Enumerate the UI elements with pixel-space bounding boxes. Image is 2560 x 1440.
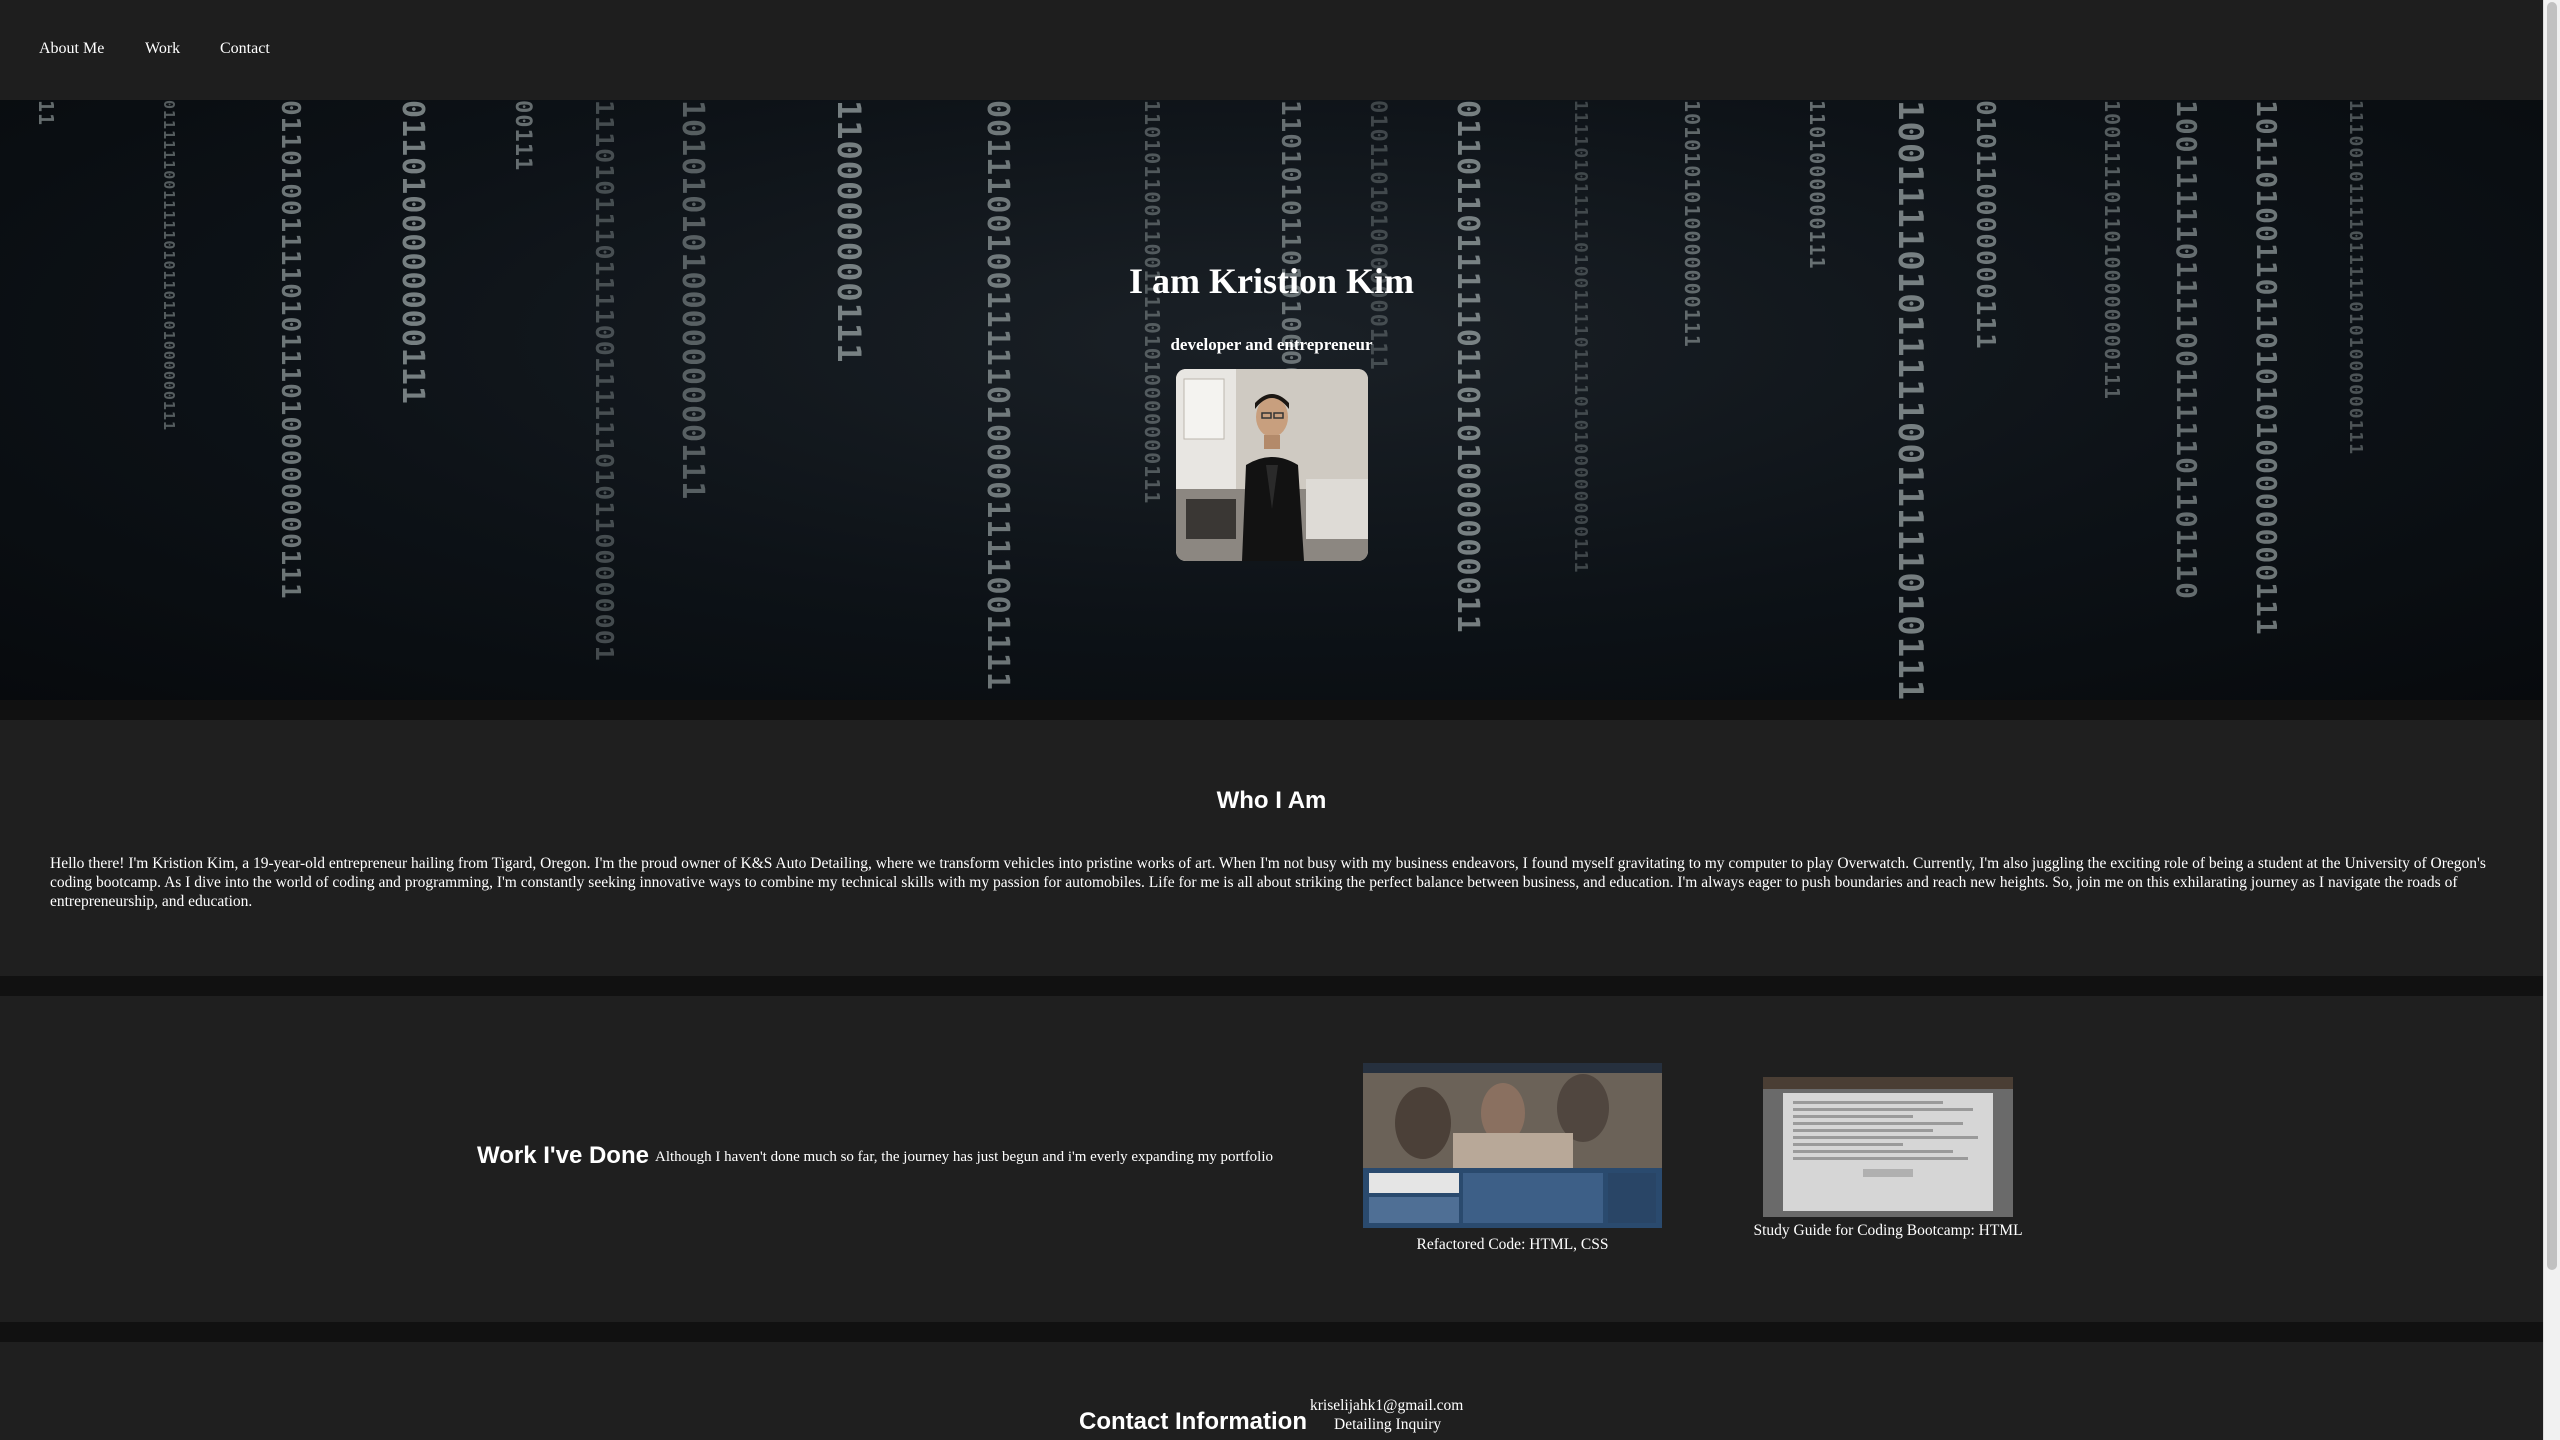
vertical-scrollbar[interactable] — [2543, 0, 2560, 1440]
profile-photo-image — [1176, 369, 1368, 561]
nav-link-about-me[interactable]: About Me — [39, 40, 104, 58]
hero-subtitle: developer and entrepreneur — [1170, 335, 1373, 354]
binary-rain-column: 11 — [34, 100, 58, 127]
page: About Me Work Contact 11 0111111001111101… — [0, 0, 2543, 1440]
contact-inquiry: Detailing Inquiry — [1334, 1416, 1442, 1433]
binary-rain-column: 1101011001100111101010000000111 — [1140, 100, 1164, 505]
work-description: Although I haven't done much so far, the… — [655, 1149, 1274, 1165]
about-heading: Who I Am — [1216, 787, 1327, 814]
project-screenshot-image — [1363, 1063, 1662, 1228]
binary-rain-column: 1001111010111110011111010111 — [1890, 100, 1930, 700]
project-thumbnail-study-guide[interactable] — [1763, 1077, 2013, 1217]
project-screenshot-image — [1763, 1077, 2013, 1217]
binary-rain-column: 1100000000111 — [830, 100, 868, 364]
binary-rain-column: 010110000000111 — [1970, 100, 2000, 350]
project-label-study-guide: Study Guide for Coding Bootcamp: HTML — [1753, 1222, 2023, 1239]
binary-rain-column: 1101000000111 — [1805, 100, 1829, 270]
binary-rain-column: 0101101010000000111 — [1365, 100, 1390, 371]
nav-link-work[interactable]: Work — [145, 40, 180, 58]
about-paragraph: Hello there! I'm Kristion Kim, a 19-year… — [50, 855, 2486, 910]
binary-rain-column: 00111 — [510, 100, 535, 172]
profile-photo — [1176, 369, 1368, 561]
work-heading: Work I've Done — [477, 1142, 649, 1169]
section-divider — [0, 976, 2543, 996]
section-divider — [0, 700, 2543, 720]
project-thumbnail-refactored-code[interactable] — [1363, 1063, 1662, 1228]
hero-banner: 11 011111100111110101101101000000111 01101… — [0, 100, 2543, 700]
about-section: Who I Am Hello there! I'm Kristion Kim, … — [0, 720, 2543, 976]
work-section: Work I've Done Although I haven't done m… — [0, 996, 2543, 1322]
binary-rain-column: 0110110111110110101000000011 — [1450, 100, 1485, 634]
contact-heading: Contact Information — [1079, 1408, 1307, 1435]
binary-rain-column: 0011100100111110100001111001111 — [980, 100, 1015, 691]
section-divider — [0, 1322, 2543, 1342]
binary-rain-column: 1010101010000000111 — [1680, 100, 1704, 348]
binary-rain-column: 101101001101101010100000000111 — [2250, 100, 2283, 636]
top-nav: About Me Work Contact — [0, 0, 2543, 100]
project-label-refactored-code: Refactored Code: HTML, CSS — [1416, 1236, 1609, 1253]
contact-section: Contact Information kriselijahk1@gmail.c… — [0, 1342, 2543, 1440]
binary-rain-column: 11101011101111001111110101100000001 — [590, 100, 619, 662]
binary-rain-column: 0110100000000111 — [395, 100, 430, 405]
nav-link-contact[interactable]: Contact — [220, 40, 270, 58]
hero-title: I am Kristion Kim — [1129, 261, 1414, 301]
scrollbar-thumb[interactable] — [2547, 2, 2557, 1270]
contact-email[interactable]: kriselijahk1@gmail.com — [1310, 1397, 1463, 1415]
